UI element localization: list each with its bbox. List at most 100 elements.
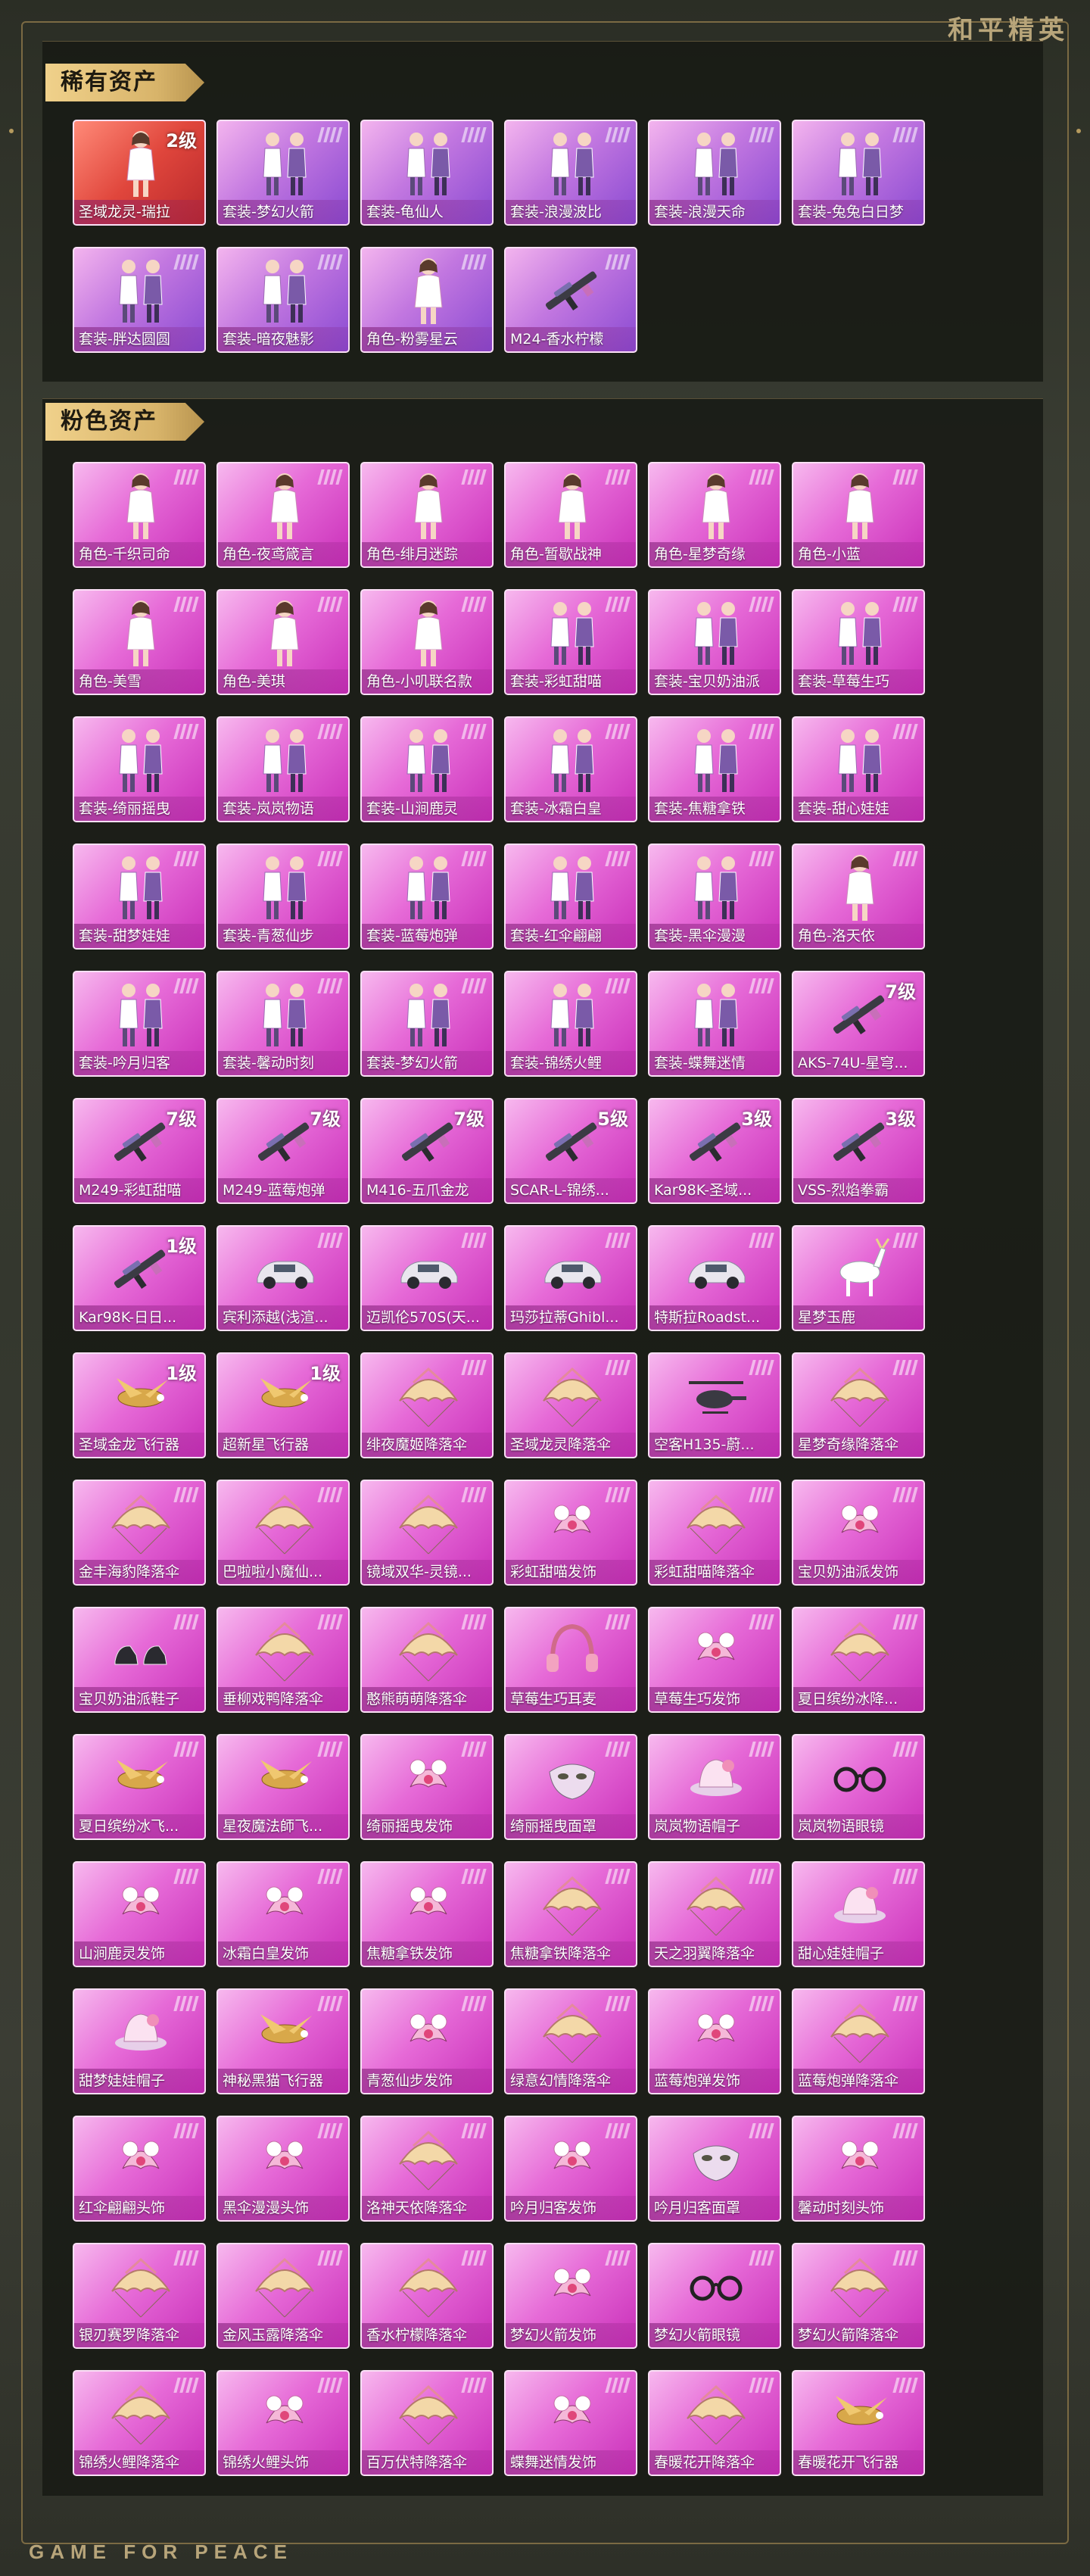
- asset-card[interactable]: 角色-星梦奇缘: [648, 462, 781, 568]
- asset-card[interactable]: 甜心娃娃帽子: [792, 1861, 925, 1967]
- asset-card[interactable]: 7级 AKS-74U-星穹...: [792, 971, 925, 1077]
- asset-card[interactable]: 角色-小蓝: [792, 462, 925, 568]
- asset-card[interactable]: 天之羽翼降落伞: [648, 1861, 781, 1967]
- asset-card[interactable]: 套装-蝶舞迷情: [648, 971, 781, 1077]
- asset-card[interactable]: 春暖花开降落伞: [648, 2370, 781, 2476]
- asset-card[interactable]: 7级 M249-蓝莓炮弹: [216, 1098, 350, 1204]
- asset-card[interactable]: 角色-美雪: [73, 589, 206, 695]
- asset-card[interactable]: 套装-暗夜魅影: [216, 247, 350, 353]
- asset-card[interactable]: 套装-黑伞漫漫: [648, 844, 781, 950]
- asset-card[interactable]: 玛莎拉蒂Ghibl...: [504, 1225, 637, 1331]
- asset-card[interactable]: 焦糖拿铁发饰: [360, 1861, 494, 1967]
- asset-card[interactable]: 角色-暂歇战神: [504, 462, 637, 568]
- asset-card[interactable]: 角色-洛天依: [792, 844, 925, 950]
- asset-card[interactable]: 馨动时刻头饰: [792, 2116, 925, 2222]
- asset-card[interactable]: 套装-焦糖拿铁: [648, 716, 781, 822]
- asset-card[interactable]: 山涧鹿灵发饰: [73, 1861, 206, 1967]
- asset-card[interactable]: 套装-岚岚物语: [216, 716, 350, 822]
- asset-card[interactable]: 宝贝奶油派鞋子: [73, 1607, 206, 1713]
- asset-card[interactable]: 岚岚物语帽子: [648, 1734, 781, 1840]
- asset-card[interactable]: 空客H135-蔚...: [648, 1352, 781, 1458]
- asset-card[interactable]: 套装-吟月归客: [73, 971, 206, 1077]
- asset-card[interactable]: 岚岚物语眼镜: [792, 1734, 925, 1840]
- asset-card[interactable]: 角色-千织司命: [73, 462, 206, 568]
- asset-card[interactable]: 5级 SCAR-L-锦绣...: [504, 1098, 637, 1204]
- asset-card[interactable]: 套装-青葱仙步: [216, 844, 350, 950]
- asset-card[interactable]: 草莓生巧耳麦: [504, 1607, 637, 1713]
- asset-card[interactable]: 7级 M416-五爪金龙: [360, 1098, 494, 1204]
- asset-card[interactable]: 梦幻火箭降落伞: [792, 2243, 925, 2349]
- asset-card[interactable]: 1级 超新星飞行器: [216, 1352, 350, 1458]
- asset-card[interactable]: 神秘黑猫飞行器: [216, 1988, 350, 2094]
- asset-card[interactable]: 蓝莓炮弹发饰: [648, 1988, 781, 2094]
- asset-card[interactable]: 锦绣火鲤降落伞: [73, 2370, 206, 2476]
- asset-card[interactable]: 特斯拉Roadst...: [648, 1225, 781, 1331]
- asset-card[interactable]: 夏日缤纷冰飞...: [73, 1734, 206, 1840]
- asset-card[interactable]: 迈凯伦570S(天...: [360, 1225, 494, 1331]
- asset-card[interactable]: 绿意幻情降落伞: [504, 1988, 637, 2094]
- asset-card[interactable]: 夏日缤纷冰降...: [792, 1607, 925, 1713]
- asset-card[interactable]: 角色-绯月迷踪: [360, 462, 494, 568]
- asset-card[interactable]: 镜域双华-灵镜...: [360, 1480, 494, 1586]
- asset-card[interactable]: 巴啦啦小魔仙...: [216, 1480, 350, 1586]
- asset-card[interactable]: 绮丽摇曳发饰: [360, 1734, 494, 1840]
- asset-card[interactable]: 蝶舞迷情发饰: [504, 2370, 637, 2476]
- asset-card[interactable]: 百万伏特降落伞: [360, 2370, 494, 2476]
- asset-card[interactable]: 银刃赛罗降落伞: [73, 2243, 206, 2349]
- asset-card[interactable]: 套装-梦幻火箭: [216, 120, 350, 226]
- asset-card[interactable]: 套装-龟仙人: [360, 120, 494, 226]
- asset-card[interactable]: 套装-浪漫波比: [504, 120, 637, 226]
- asset-card[interactable]: 焦糖拿铁降落伞: [504, 1861, 637, 1967]
- asset-card[interactable]: 星梦奇缘降落伞: [792, 1352, 925, 1458]
- asset-card[interactable]: 套装-蓝莓炮弹: [360, 844, 494, 950]
- asset-card[interactable]: 青葱仙步发饰: [360, 1988, 494, 2094]
- asset-card[interactable]: 套装-宝贝奶油派: [648, 589, 781, 695]
- asset-card[interactable]: 套装-胖达圆圆: [73, 247, 206, 353]
- asset-card[interactable]: 春暖花开飞行器: [792, 2370, 925, 2476]
- asset-card[interactable]: 冰霜白皇发饰: [216, 1861, 350, 1967]
- asset-card[interactable]: 吟月归客发饰: [504, 2116, 637, 2222]
- asset-card[interactable]: 黑伞漫漫头饰: [216, 2116, 350, 2222]
- asset-card[interactable]: 套装-浪漫天命: [648, 120, 781, 226]
- asset-card[interactable]: 金风玉露降落伞: [216, 2243, 350, 2349]
- asset-card[interactable]: M24-香水柠檬: [504, 247, 637, 353]
- asset-card[interactable]: 宝贝奶油派发饰: [792, 1480, 925, 1586]
- asset-card[interactable]: 套装-绮丽摇曳: [73, 716, 206, 822]
- asset-card[interactable]: 彩虹甜喵发饰: [504, 1480, 637, 1586]
- asset-card[interactable]: 草莓生巧发饰: [648, 1607, 781, 1713]
- asset-card[interactable]: 套装-甜梦娃娃: [73, 844, 206, 950]
- asset-card[interactable]: 香水柠檬降落伞: [360, 2243, 494, 2349]
- asset-card[interactable]: 彩虹甜喵降落伞: [648, 1480, 781, 1586]
- asset-card[interactable]: 锦绣火鲤头饰: [216, 2370, 350, 2476]
- asset-card[interactable]: 梦幻火箭发饰: [504, 2243, 637, 2349]
- asset-card[interactable]: 7级 M249-彩虹甜喵: [73, 1098, 206, 1204]
- asset-card[interactable]: 1级 Kar98K-日日...: [73, 1225, 206, 1331]
- asset-card[interactable]: 套装-草莓生巧: [792, 589, 925, 695]
- asset-card[interactable]: 1级 圣域金龙飞行器: [73, 1352, 206, 1458]
- asset-card[interactable]: 憨熊萌萌降落伞: [360, 1607, 494, 1713]
- asset-card[interactable]: 3级 VSS-烈焰拳霸: [792, 1098, 925, 1204]
- asset-card[interactable]: 金丰海豹降落伞: [73, 1480, 206, 1586]
- asset-card[interactable]: 吟月归客面罩: [648, 2116, 781, 2222]
- asset-card[interactable]: 套装-彩虹甜喵: [504, 589, 637, 695]
- asset-card[interactable]: 套装-梦幻火箭: [360, 971, 494, 1077]
- asset-card[interactable]: 甜梦娃娃帽子: [73, 1988, 206, 2094]
- asset-card[interactable]: 角色-美琪: [216, 589, 350, 695]
- asset-card[interactable]: 角色-夜鸢箴言: [216, 462, 350, 568]
- asset-card[interactable]: 圣域龙灵降落伞: [504, 1352, 637, 1458]
- asset-card[interactable]: 套装-锦绣火鲤: [504, 971, 637, 1077]
- asset-card[interactable]: 洛神天依降落伞: [360, 2116, 494, 2222]
- asset-card[interactable]: 红伞翩翩头饰: [73, 2116, 206, 2222]
- asset-card[interactable]: 蓝莓炮弹降落伞: [792, 1988, 925, 2094]
- asset-card[interactable]: 角色-粉雾星云: [360, 247, 494, 353]
- asset-card[interactable]: 宾利添越(浅渲...: [216, 1225, 350, 1331]
- asset-card[interactable]: 垂柳戏鸭降落伞: [216, 1607, 350, 1713]
- asset-card[interactable]: 3级 Kar98K-圣域...: [648, 1098, 781, 1204]
- asset-card[interactable]: 套装-山涧鹿灵: [360, 716, 494, 822]
- asset-card[interactable]: 套装-冰霜白皇: [504, 716, 637, 822]
- asset-card[interactable]: 星梦玉鹿: [792, 1225, 925, 1331]
- asset-card[interactable]: 2级 圣域龙灵-瑞拉: [73, 120, 206, 226]
- asset-card[interactable]: 套装-馨动时刻: [216, 971, 350, 1077]
- asset-card[interactable]: 套装-兔兔白日梦: [792, 120, 925, 226]
- asset-card[interactable]: 角色-小叽联名款: [360, 589, 494, 695]
